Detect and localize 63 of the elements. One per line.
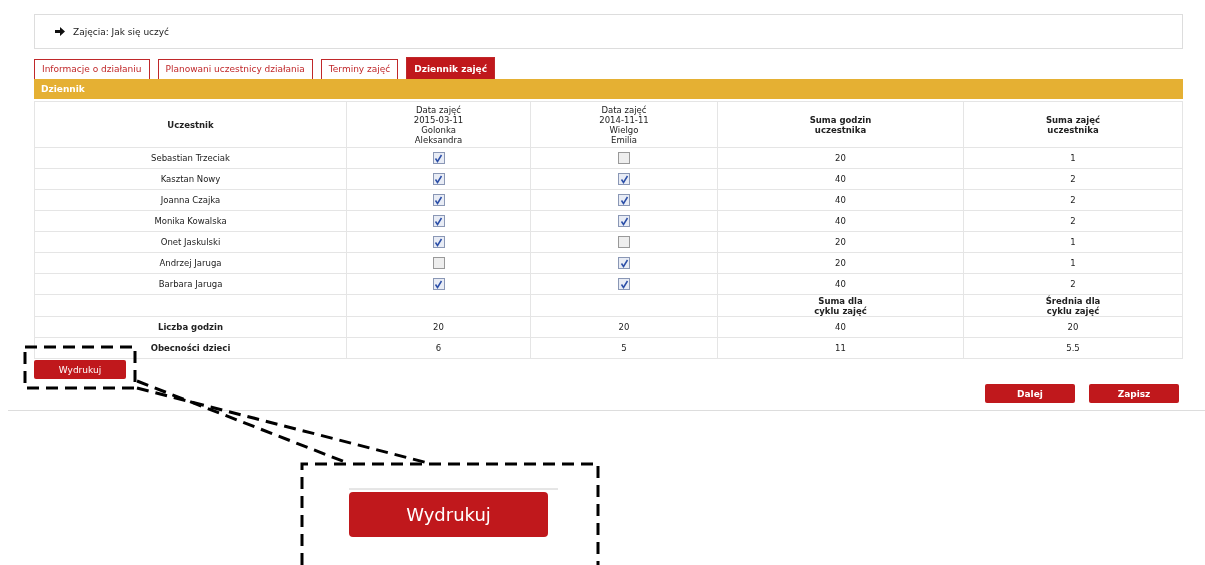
breadcrumb-text: Zajęcia: Jak się uczyć (73, 26, 170, 37)
table-cell: Andrzej Jaruga (159, 258, 222, 268)
table-cell: 40 (835, 195, 846, 205)
panel-header: Dziennik (34, 79, 1183, 99)
row-label: Liczba godzin (158, 322, 223, 332)
table-cell: Sebastian Trzeciak (151, 153, 230, 163)
row-label: Obecności dzieci (150, 343, 231, 353)
table-cell: Monika Kowalska (154, 216, 227, 226)
table-cell: 20 (835, 153, 846, 163)
table-cell: 20 (835, 258, 846, 268)
table-cell: 40 (835, 216, 846, 226)
checkbox[interactable] (618, 215, 630, 227)
checkbox[interactable] (432, 215, 445, 227)
table-cell: 2 (1070, 279, 1076, 289)
table-cell: 40 (835, 322, 846, 332)
tab[interactable]: Dziennik zajęć (406, 57, 496, 79)
print-button[interactable]: Wydrukuj (34, 360, 126, 379)
table-cell: Onet Jaskulski (160, 237, 221, 247)
column-header: Suma godzin uczestnika (809, 114, 872, 135)
table-cell: 2 (1070, 195, 1076, 205)
table-cell: 20 (618, 322, 630, 332)
next-button[interactable]: Dalej (985, 384, 1075, 403)
checkbox[interactable] (618, 257, 630, 269)
checkbox[interactable] (618, 236, 630, 248)
table-cell: 1 (1070, 153, 1076, 163)
checkbox[interactable] (618, 194, 630, 206)
checkbox[interactable] (432, 278, 445, 290)
table-cell: 20 (835, 237, 846, 247)
column-header: Data zajęć 2015-03-11 Golonka Aleksandra (413, 104, 464, 145)
table-cell: 20 (433, 322, 444, 332)
arrow-icon (55, 27, 65, 36)
summary-header: Średnia dla cyklu zajęć (1045, 295, 1101, 316)
checkbox[interactable] (432, 194, 445, 206)
table-cell: 1 (1070, 237, 1076, 247)
summary-header: Suma dla cyklu zajęć (814, 295, 867, 316)
print-button[interactable]: Wydrukuj (349, 492, 548, 537)
table-cell: Kasztan Nowy (160, 174, 221, 184)
checkbox[interactable] (432, 152, 445, 164)
column-header: Uczestnik (167, 119, 214, 130)
tab[interactable]: Terminy zajęć (320, 59, 399, 79)
table-cell: 40 (835, 279, 846, 289)
tab[interactable]: Informacje o działaniu (34, 59, 150, 79)
checkbox[interactable] (618, 278, 630, 290)
column-header: Suma zajęć uczestnika (1045, 114, 1101, 135)
checkbox[interactable] (432, 236, 445, 248)
tab[interactable]: Planowani uczestnicy działania (157, 59, 313, 79)
table-cell: 20 (1067, 322, 1079, 332)
checkbox[interactable] (618, 173, 630, 185)
table-cell: 40 (835, 174, 846, 184)
table-cell: 1 (1070, 258, 1076, 268)
table-cell: 5.5 (1066, 343, 1080, 353)
save-button[interactable]: Zapisz (1089, 384, 1179, 403)
checkbox[interactable] (432, 257, 445, 269)
column-header: Data zajęć 2014-11-11 Wielgo Emilia (599, 104, 649, 145)
table-cell: 5 (621, 343, 627, 353)
table-cell: 11 (835, 343, 846, 353)
checkbox[interactable] (618, 152, 630, 164)
table-cell: Joanna Czajka (160, 195, 221, 205)
table-cell: 6 (435, 343, 442, 353)
table-cell: 2 (1070, 216, 1076, 226)
table-cell: Barbara Jaruga (158, 279, 223, 289)
table-cell: 2 (1070, 174, 1076, 184)
checkbox[interactable] (432, 173, 445, 185)
